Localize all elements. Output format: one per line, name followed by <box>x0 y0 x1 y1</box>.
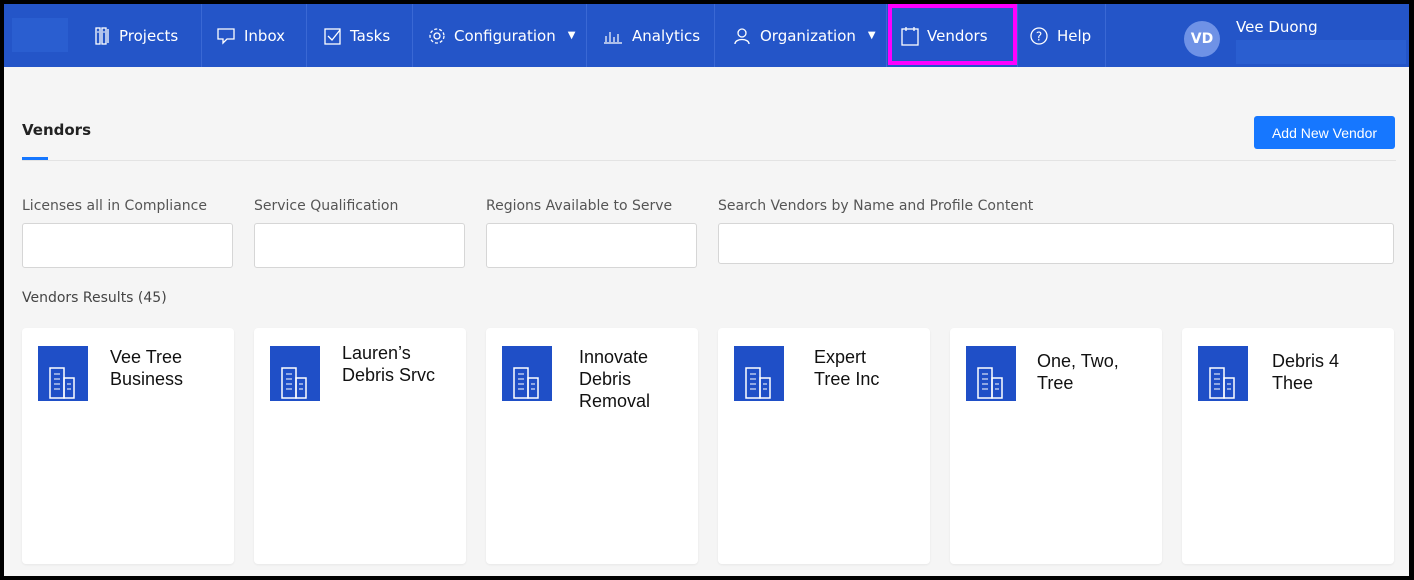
clipboard-icon <box>901 26 919 46</box>
chevron-down-icon: ▼ <box>567 30 576 41</box>
vendor-name[interactable]: Debris 4 Thee <box>1272 350 1352 394</box>
nav-help-label: Help <box>1057 26 1092 45</box>
filter-label-licenses: Licenses all in Compliance <box>22 198 207 214</box>
nav-inbox[interactable]: Inbox <box>202 4 307 67</box>
user-name[interactable]: Vee Duong <box>1236 18 1318 36</box>
nav-tasks[interactable]: Tasks <box>307 4 413 67</box>
help-icon: ? <box>1029 26 1049 46</box>
brand-logo[interactable] <box>12 18 68 52</box>
vendor-card[interactable]: Expert Tree Inc <box>718 328 930 564</box>
building-icon <box>38 346 88 401</box>
nav-configuration-label: Configuration <box>454 26 556 45</box>
vendor-card[interactable]: Debris 4 Thee <box>1182 328 1394 564</box>
vendor-card[interactable]: Innovate Debris Removal <box>486 328 698 564</box>
inbox-icon <box>216 27 236 45</box>
nav-projects-label: Projects <box>119 26 179 45</box>
nav-analytics-label: Analytics <box>632 26 701 45</box>
vendor-name[interactable]: One, Two, Tree <box>1037 350 1137 394</box>
building-icon <box>270 346 320 401</box>
top-nav: Projects Inbox Tasks Configuration ▼ Ana… <box>4 4 1409 67</box>
building-icon <box>502 346 552 401</box>
vendor-name[interactable]: Innovate Debris Removal <box>579 346 689 412</box>
vendor-name[interactable]: Lauren’s Debris Srvc <box>342 342 452 386</box>
people-icon <box>732 27 752 45</box>
nav-inbox-label: Inbox <box>244 26 286 45</box>
vendor-card[interactable]: Vee Tree Business <box>22 328 234 564</box>
filter-label-service: Service Qualification <box>254 198 399 214</box>
nav-organization[interactable]: Organization ▼ <box>715 4 887 67</box>
nav-vendors[interactable]: Vendors <box>887 4 1018 67</box>
nav-tasks-label: Tasks <box>350 26 391 45</box>
add-new-vendor-button[interactable]: Add New Vendor <box>1254 116 1395 149</box>
filter-label-search: Search Vendors by Name and Profile Conte… <box>718 198 1034 214</box>
nav-analytics[interactable]: Analytics <box>587 4 715 67</box>
avatar[interactable]: VD <box>1184 21 1220 57</box>
gear-icon <box>428 27 446 45</box>
licenses-filter-input[interactable] <box>22 223 233 268</box>
results-count: Vendors Results (45) <box>22 290 167 306</box>
nav-help[interactable]: ? Help <box>1018 4 1106 67</box>
vendor-card[interactable]: Lauren’s Debris Srvc <box>254 328 466 564</box>
page-title: Vendors <box>22 121 92 139</box>
svg-text:?: ? <box>1036 29 1042 43</box>
tasks-icon <box>324 27 342 45</box>
divider <box>22 160 1396 161</box>
app-window: Projects Inbox Tasks Configuration ▼ Ana… <box>4 4 1409 576</box>
vendor-name[interactable]: Expert Tree Inc <box>814 346 904 390</box>
building-icon <box>734 346 784 401</box>
nav-configuration[interactable]: Configuration ▼ <box>413 4 587 67</box>
user-subtitle <box>1236 40 1406 64</box>
regions-filter-input[interactable] <box>486 223 697 268</box>
vendor-card[interactable]: One, Two, Tree <box>950 328 1162 564</box>
nav-organization-label: Organization <box>760 26 856 45</box>
nav-vendors-label: Vendors <box>927 26 988 45</box>
building-icon <box>966 346 1016 401</box>
service-filter-input[interactable] <box>254 223 465 268</box>
vendor-name[interactable]: Vee Tree Business <box>110 346 220 390</box>
projects-icon <box>95 26 111 45</box>
building-icon <box>1198 346 1248 401</box>
analytics-icon <box>602 28 624 44</box>
filter-label-regions: Regions Available to Serve <box>486 198 673 214</box>
chevron-down-icon: ▼ <box>867 30 876 41</box>
nav-projects[interactable]: Projects <box>80 4 202 67</box>
search-input[interactable] <box>718 223 1394 264</box>
